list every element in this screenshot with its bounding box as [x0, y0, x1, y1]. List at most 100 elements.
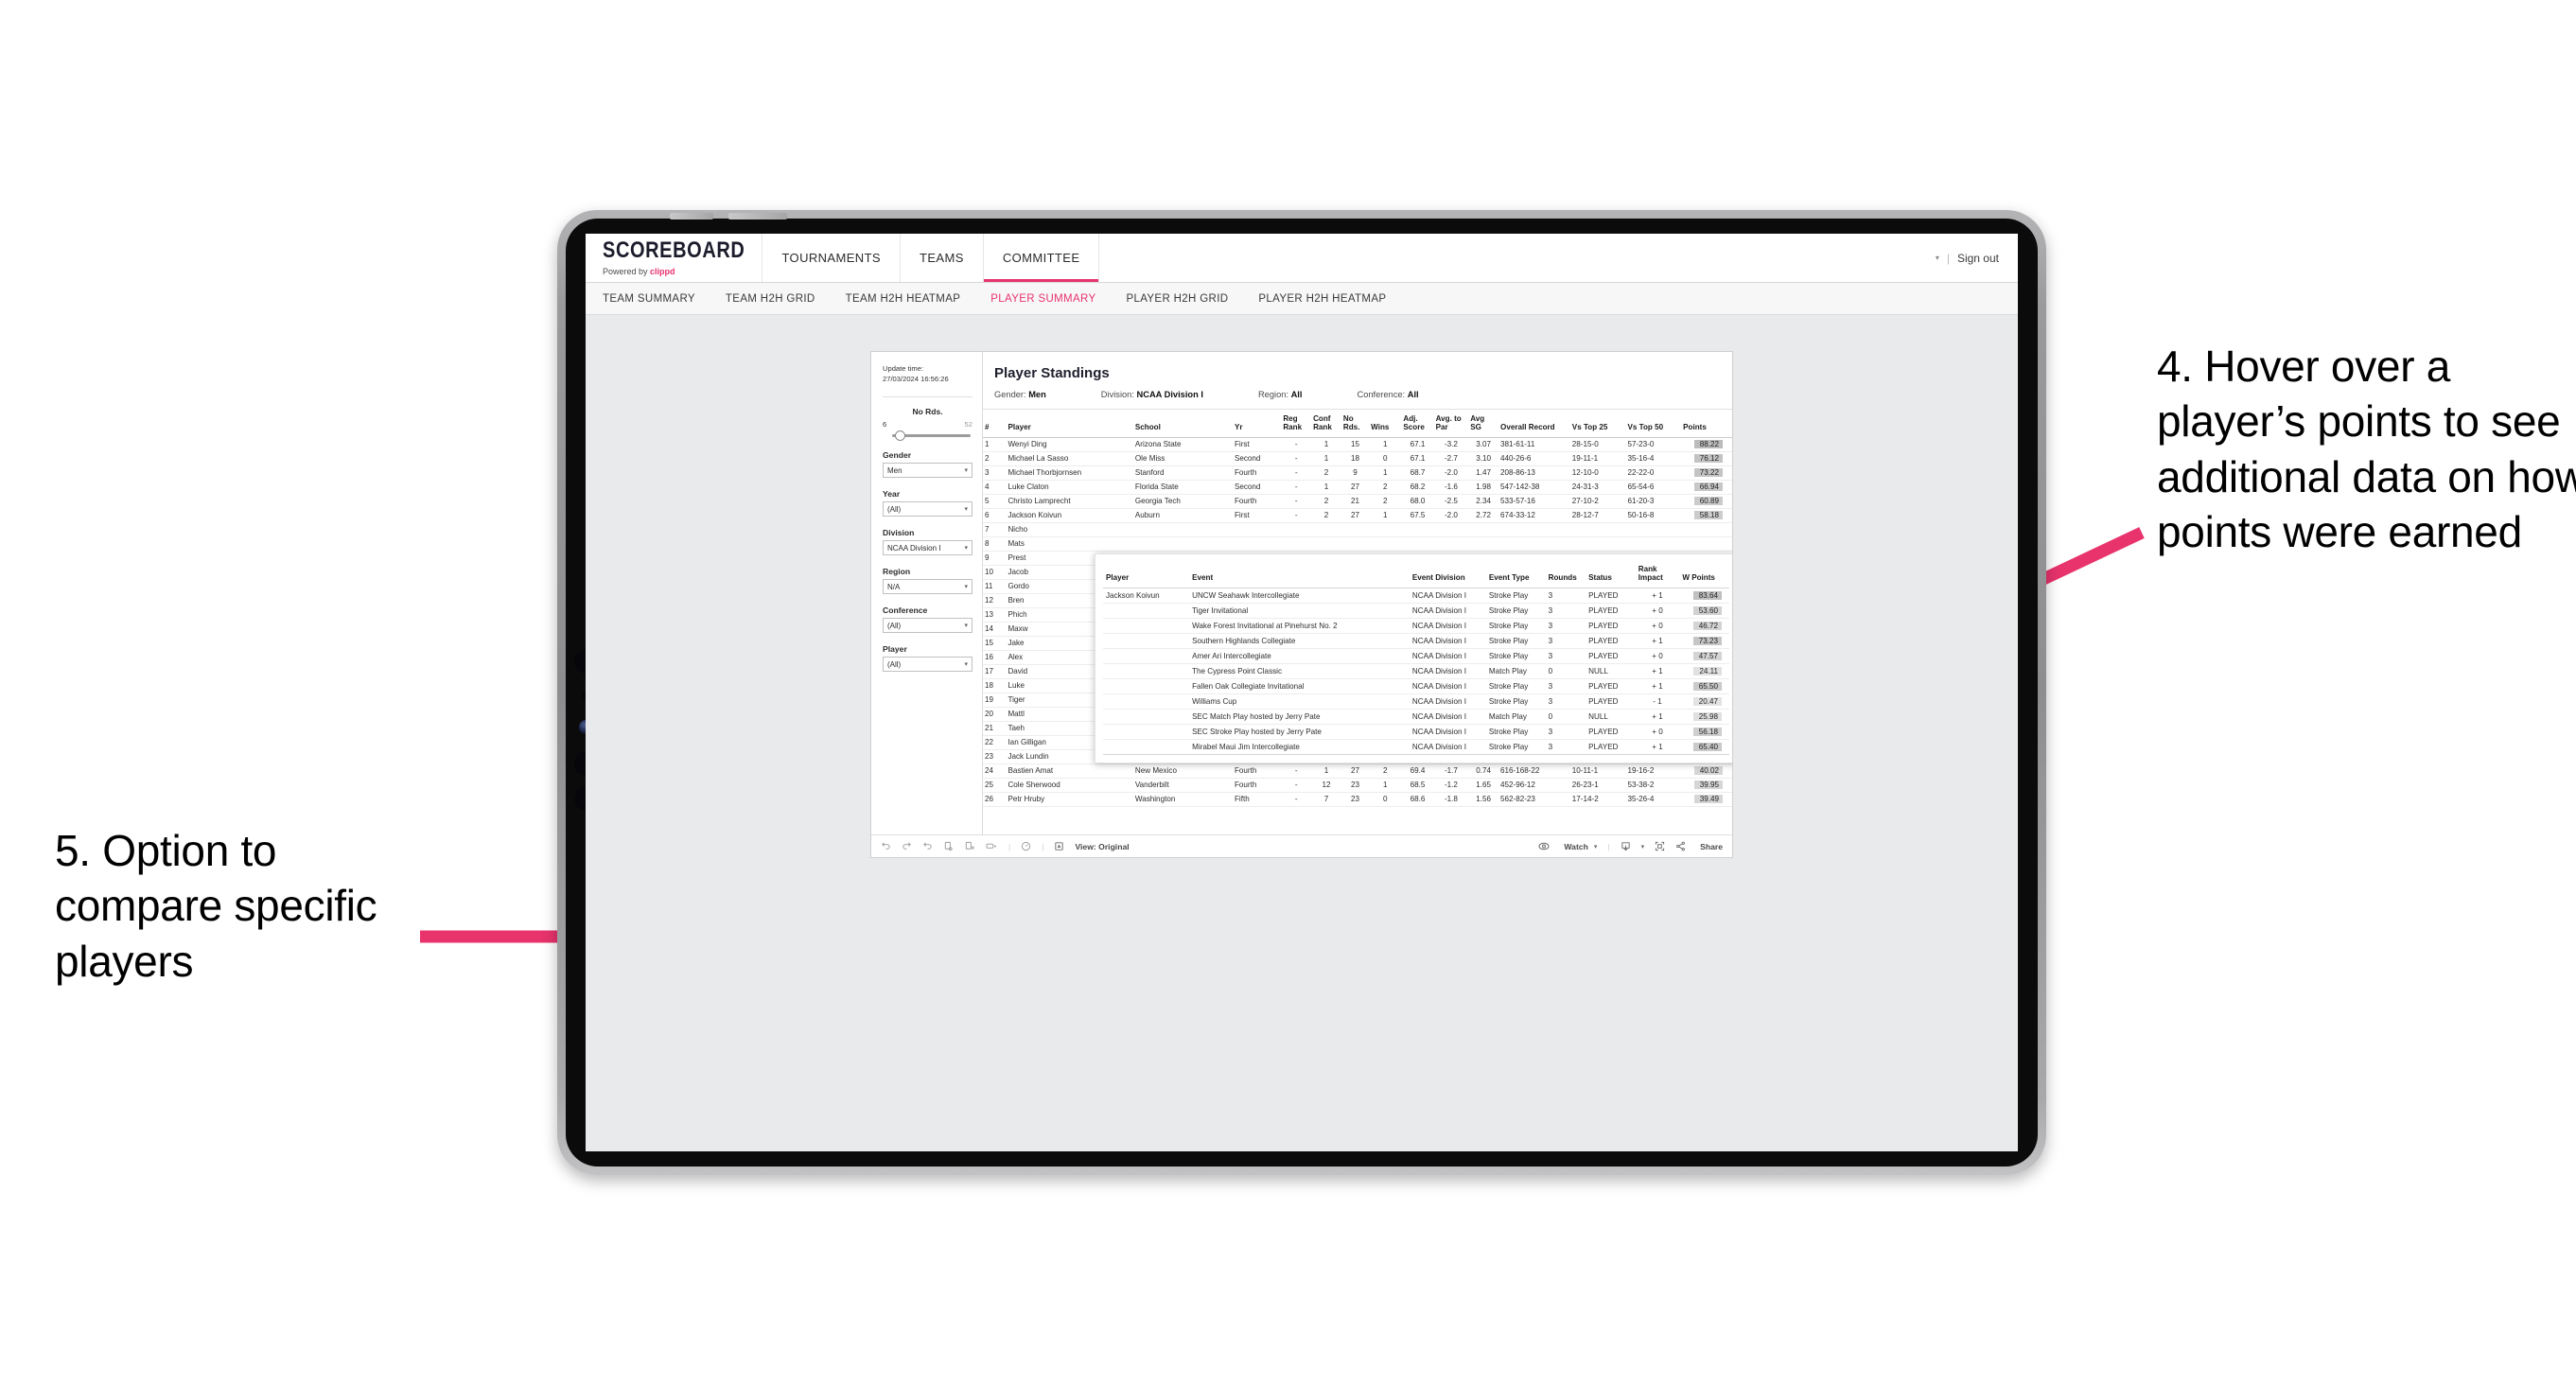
col-header-no-rds[interactable]: No Rds. — [1341, 410, 1370, 438]
tip-cell-rounds: 0 — [1545, 709, 1586, 725]
col-header-vs-top-50[interactable]: Vs Top 50 — [1625, 410, 1682, 438]
watch-label[interactable]: Watch — [1564, 842, 1587, 851]
cell-rank: 21 — [983, 721, 1007, 736]
points-value[interactable]: 73.22 — [1694, 468, 1723, 478]
subnav-item-team-h2h-heatmap[interactable]: TEAM H2H HEATMAP — [846, 293, 961, 305]
subnav-item-team-h2h-grid[interactable]: TEAM H2H GRID — [726, 293, 815, 305]
table-row[interactable]: 2 Michael La Sasso Ole Miss Second -1 18 0 67.1… — [983, 451, 1732, 466]
no-rounds-slider[interactable] — [892, 430, 971, 441]
col-header-reg-rank[interactable]: Reg Rank — [1281, 410, 1312, 438]
fullscreen-icon[interactable] — [1655, 841, 1665, 851]
filter-select-year[interactable]: (All) ▾ — [883, 501, 973, 517]
subnav-item-team-summary[interactable]: TEAM SUMMARY — [603, 293, 695, 305]
cell-points[interactable] — [1681, 536, 1732, 552]
table-row[interactable]: 25 Cole Sherwood Vanderbilt Fourth -12 23 1 68.… — [983, 778, 1732, 793]
subnav-item-player-summary[interactable]: PLAYER SUMMARY — [990, 293, 1095, 305]
cell-points[interactable] — [1681, 522, 1732, 537]
cell-points[interactable]: 39.95 — [1681, 778, 1732, 793]
points-value[interactable]: 88.22 — [1694, 440, 1723, 449]
cell-points[interactable]: 60.89 — [1681, 494, 1732, 509]
slider-handle[interactable] — [895, 430, 906, 441]
points-value[interactable]: 66.94 — [1694, 482, 1723, 492]
points-value[interactable]: 76.12 — [1694, 454, 1723, 464]
cell-points[interactable]: 40.02 — [1681, 763, 1732, 779]
table-row[interactable]: 3 Michael Thorbjornsen Stanford Fourth -2 9 1 6… — [983, 465, 1732, 481]
download-chevron-down-icon[interactable]: ▾ — [1641, 843, 1645, 851]
table-row[interactable]: 24 Bastien Amat New Mexico Fourth -1 27 2 69.4-… — [983, 763, 1732, 779]
table-row[interactable]: 26 Petr Hruby Washington Fifth -7 23 0 68.6 -1.8… — [983, 792, 1732, 807]
watch-chevron-down-icon[interactable]: ▾ — [1594, 843, 1598, 851]
subnav-item-player-h2h-grid[interactable]: PLAYER H2H GRID — [1126, 293, 1228, 305]
points-value[interactable]: 39.49 — [1694, 795, 1723, 804]
filter-label-year: Year — [883, 489, 901, 499]
cell-points[interactable]: 76.12 — [1681, 451, 1732, 466]
cell-points[interactable]: 66.94 — [1681, 480, 1732, 495]
points-value[interactable]: 60.89 — [1694, 497, 1723, 506]
filter-select-conference[interactable]: (All) ▾ — [883, 618, 973, 633]
table-row[interactable]: 5 Christo Lamprecht Georgia Tech Fourth -2 21… — [983, 494, 1732, 509]
tip-cell-event-type: Stroke Play — [1485, 588, 1546, 604]
col-header-adj-score[interactable]: Adj. Score — [1401, 410, 1434, 438]
col-header-yr[interactable]: Yr — [1232, 410, 1282, 438]
filter-select-division[interactable]: NCAA Division I ▾ — [883, 540, 973, 555]
col-header-avg-sg[interactable]: Avg SG — [1468, 410, 1499, 438]
cell-avg-to-par: -1.2 — [1433, 778, 1469, 793]
col-header-rank[interactable]: # — [983, 410, 1007, 438]
cell-conf-rank — [1311, 536, 1341, 552]
volume-down-button[interactable] — [670, 213, 713, 219]
table-row[interactable]: 1 Wenyi Ding Arizona State First -1 15 1 67.1 -3… — [983, 437, 1732, 452]
cell-wins: 1 — [1369, 437, 1402, 452]
redo-icon[interactable] — [902, 841, 912, 851]
view-original-icon[interactable] — [1054, 841, 1064, 851]
cell-vs-top-50: 35-26-4 — [1625, 792, 1682, 807]
filter-group-gender: Gender Men ▾ — [883, 450, 973, 478]
cell-points[interactable]: 39.49 — [1681, 792, 1732, 807]
col-header-player[interactable]: Player — [1006, 410, 1133, 438]
chevron-down-icon[interactable]: ▾ — [1936, 254, 1939, 262]
col-header-vs-top-25[interactable]: Vs Top 25 — [1569, 410, 1626, 438]
table-row[interactable]: 6 Jackson Koivun Auburn First -2 27 1 67.5 -2.0 2… — [983, 508, 1732, 523]
col-header-points[interactable]: Points — [1681, 410, 1732, 438]
cell-avg-to-par: -1.7 — [1433, 763, 1469, 779]
brand-logo[interactable]: SCOREBOARD Powered by clippd — [586, 234, 763, 282]
filter-select-region[interactable]: N/A ▾ — [883, 579, 973, 594]
col-header-wins[interactable]: Wins — [1369, 410, 1402, 438]
cell-points[interactable]: 73.22 — [1681, 465, 1732, 481]
subnav-item-player-h2h-heatmap[interactable]: PLAYER H2H HEATMAP — [1258, 293, 1386, 305]
watch-eye-icon[interactable] — [1538, 841, 1550, 851]
points-value[interactable]: 39.95 — [1694, 781, 1723, 790]
table-row[interactable]: 4 Luke Claton Florida State Second -1 27 2 68.2… — [983, 480, 1732, 495]
table-row[interactable]: 8 Mats — [983, 536, 1732, 552]
filter-select-gender[interactable]: Men ▾ — [883, 463, 973, 478]
table-row[interactable]: 7 Nicho — [983, 522, 1732, 537]
cell-points[interactable]: 88.22 — [1681, 437, 1732, 452]
share-icon[interactable] — [1675, 841, 1686, 851]
tablet-bezel: SCOREBOARD Powered by clippd TOURNAMENTS… — [566, 213, 2038, 1167]
col-header-avg-to-par[interactable]: Avg. to Par — [1433, 410, 1469, 438]
points-value[interactable]: 40.02 — [1694, 766, 1723, 776]
volume-up-button[interactable] — [728, 213, 787, 219]
download-icon[interactable] — [1621, 841, 1631, 851]
show-me-icon[interactable] — [1021, 841, 1031, 851]
sign-out-link[interactable]: Sign out — [1957, 252, 1999, 265]
undo-icon[interactable] — [881, 841, 891, 851]
topnav-item-committee[interactable]: COMMITTEE — [983, 234, 1100, 282]
pause-auto-update-icon[interactable] — [964, 841, 974, 851]
tip-cell-status: PLAYED — [1586, 739, 1636, 755]
topnav-item-teams[interactable]: TEAMS — [901, 234, 984, 282]
col-header-overall-record[interactable]: Overall Record — [1498, 410, 1570, 438]
cell-points[interactable]: 58.18 — [1681, 508, 1732, 523]
device-layout-icon[interactable] — [985, 841, 998, 851]
cell-adj-score: 68.5 — [1401, 778, 1434, 793]
share-label[interactable]: Share — [1700, 842, 1723, 851]
cell-vs-top-50: 57-23-0 — [1625, 437, 1682, 452]
revert-icon[interactable] — [922, 841, 933, 851]
view-original-label[interactable]: View: Original — [1075, 842, 1129, 851]
col-header-school[interactable]: School — [1132, 410, 1233, 438]
filter-select-player[interactable]: (All) ▾ — [883, 657, 973, 672]
refresh-icon[interactable] — [943, 841, 954, 851]
topnav-item-tournaments[interactable]: TOURNAMENTS — [762, 234, 902, 282]
chevron-down-icon: ▾ — [964, 467, 968, 474]
points-value[interactable]: 58.18 — [1694, 511, 1723, 520]
col-header-conf-rank[interactable]: Conf Rank — [1311, 410, 1341, 438]
